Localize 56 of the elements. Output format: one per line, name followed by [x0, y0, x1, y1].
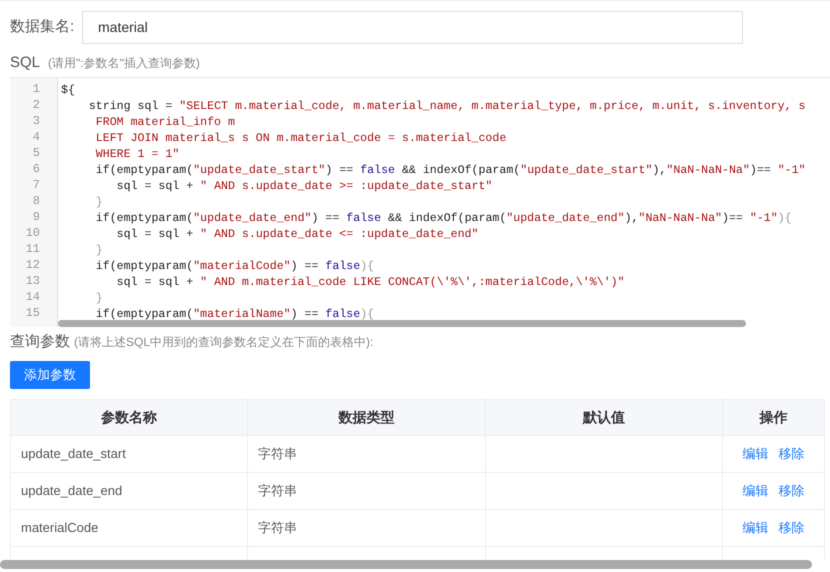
table-cell-text: materialCode	[21, 519, 98, 538]
line-number: 14	[26, 288, 40, 304]
dataset-name-field[interactable]: material	[82, 11, 743, 44]
line-number: 10	[26, 224, 40, 240]
code-line: if(emptyparam("update_date_start") == false && indexOf(param("update_date_start"),"NaN-NaN-Na")== "-1"	[94, 164, 806, 176]
column-header: 数据类型	[338, 408, 394, 427]
add-param-button[interactable]: 添加参数	[10, 361, 90, 389]
code-line: }	[94, 196, 103, 208]
table-cell-text: 字符串	[258, 445, 297, 464]
action-link[interactable]: 编辑	[742, 444, 768, 464]
line-number: 12	[26, 256, 40, 272]
code-line: WHERE 1 = 1"	[94, 148, 180, 160]
action-link[interactable]: 移除	[778, 518, 804, 538]
code-line: if(emptyparam("materialName") == false){	[94, 308, 374, 320]
table-cell-text: update_date_start	[21, 445, 126, 464]
line-number: 6	[32, 160, 40, 176]
code-line: ${	[61, 84, 75, 96]
line-number: 1	[32, 80, 40, 96]
line-number: 13	[26, 272, 40, 288]
page-scrollbar[interactable]	[0, 560, 812, 569]
column-header: 参数名称	[101, 408, 157, 427]
params-label: 查询参数	[10, 332, 70, 352]
code-line: LEFT JOIN material_s s ON m.material_code = s.material_code	[94, 132, 506, 144]
column-header: 操作	[760, 408, 788, 427]
line-number: 15	[26, 304, 40, 320]
line-number: 8	[32, 192, 40, 208]
code-line: string sql = "SELECT m.material_code, m.material_name, m.material_type, m.price, m.unit, s.inventory, s	[88, 100, 806, 112]
code-line: FROM material_info m	[94, 116, 235, 128]
line-number: 9	[32, 208, 40, 224]
code-line: }	[94, 292, 103, 304]
code-line: sql = sql + " AND s.update_date <= :update_date_end"	[116, 228, 478, 240]
code-line: sql = sql + " AND m.material_code LIKE CONCAT(\'%\',:materialCode,\'%\')"	[116, 276, 625, 288]
table-cell-text: update_date_end	[21, 482, 122, 500]
code-line: if(emptyparam("update_date_end") == false && indexOf(param("update_date_end"),"NaN-NaN-Na")== "-1"){	[94, 212, 792, 224]
code-line: sql = sql + " AND s.update_date >= :update_date_start"	[116, 180, 492, 192]
line-number: 4	[32, 128, 40, 144]
table-cell-text: 字符串	[258, 482, 297, 500]
action-link[interactable]: 移除	[778, 444, 804, 464]
column-header: 默认值	[583, 408, 625, 427]
line-number: 2	[32, 96, 40, 112]
action-link[interactable]: 编辑	[742, 481, 768, 501]
params-hint: (请将上述SQL中用到的查询参数名定义在下面的表格中):	[74, 334, 374, 350]
code-line: if(emptyparam("materialCode") == false){	[94, 260, 374, 272]
code-line: }	[94, 244, 103, 256]
sql-editor[interactable]	[10, 76, 830, 326]
scrollbar[interactable]	[58, 320, 746, 326]
dataset-label: 数据集名:	[10, 17, 76, 38]
action-link[interactable]: 移除	[778, 481, 804, 501]
sql-hint: (请用":参数名"插入查询参数)	[48, 55, 200, 72]
line-number: 7	[32, 176, 40, 192]
table-cell-text: 字符串	[258, 519, 297, 538]
sql-label: SQL	[10, 53, 40, 73]
action-link[interactable]: 编辑	[742, 518, 768, 538]
line-number: 11	[26, 240, 40, 256]
line-number: 5	[32, 144, 40, 160]
line-number: 3	[32, 112, 40, 128]
